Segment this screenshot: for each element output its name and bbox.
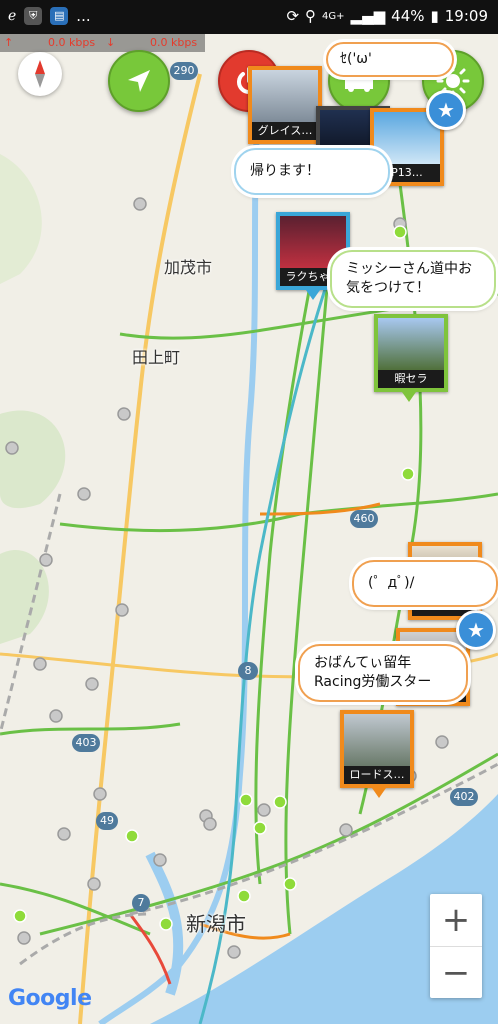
pin-photo [378,318,444,370]
pin-pointer [372,788,386,798]
route-shield: 8 [238,662,258,680]
download-speed: 0.0 kbps [150,36,198,49]
google-logo: Google [8,986,92,1011]
zoom-in-button[interactable]: + [430,894,482,947]
upload-speed: 0.0 kbps [48,36,96,49]
upload-arrow-icon: ↑ [4,36,14,49]
pin-caption: ロードス… [344,766,410,784]
message-bubble[interactable]: (゜дﾟ)/ [352,560,498,607]
favorite-star-icon[interactable]: ★ [456,610,496,650]
battery-percent: 44% [391,7,425,25]
sync-icon: ⟳ [286,7,300,25]
user-photo-pin[interactable]: 暇セラ [374,314,448,392]
place-label-tagami: 田上町 [132,348,181,367]
pin-caption: グレイス… [252,122,318,140]
compass-button[interactable] [18,52,62,96]
user-photo-pin[interactable]: ロードス… [340,710,414,788]
network-type: 4G+ [322,10,345,22]
pin-caption: 暇セラ [378,370,444,388]
route-shield: 49 [96,812,118,830]
zoom-out-button[interactable]: − [430,947,482,999]
message-bubble[interactable]: ｾ('ω' [326,42,454,77]
signal-icon: ▂▄▆ [350,7,386,25]
place-label-niigata: 新潟市 [186,912,246,936]
battery-icon: ▮ [430,7,439,25]
message-bubble[interactable]: 帰ります！ [234,148,390,195]
pin-pointer [306,290,320,300]
pin-photo [252,70,318,122]
location-icon: ⚲ [305,7,317,25]
message-bubble[interactable]: おばんてぃ留年Racing労働スター [298,644,468,702]
favorite-star-icon[interactable]: ★ [426,90,466,130]
app-notification-icon: ℯ [8,8,17,24]
place-label-kamo: 加茂市 [164,258,213,277]
route-shield: 290 [170,62,198,80]
pin-pointer [402,392,416,402]
user-photo-pin[interactable]: グレイス… [248,66,322,144]
route-shield: 403 [72,734,100,752]
shield-notification-icon: ⛨ [24,7,43,25]
navigation-arrow-icon [128,70,150,92]
route-shield: 7 [132,894,150,912]
compass-needle-icon [35,60,45,88]
bank-notification-icon: ▤ [50,7,69,25]
message-bubble[interactable]: ミッシーさん道中お気をつけて！ [330,250,496,308]
status-bar: ℯ ⛨ ▤ ... ⟳ ⚲ 4G+ ▂▄▆ 44% ▮ 19:09 [0,0,498,34]
route-shield: 460 [350,510,378,528]
clock: 19:09 [444,7,488,25]
google-logo-text: Google [8,986,92,1011]
more-notifications: ... [76,7,91,25]
zoom-controls: + − [430,894,482,998]
navigate-button[interactable] [108,50,170,112]
pin-photo [344,714,410,766]
network-speed-bar: ↑ 0.0 kbps ↓ 0.0 kbps [0,34,205,52]
download-arrow-icon: ↓ [106,36,116,49]
route-shield: 402 [450,788,478,806]
